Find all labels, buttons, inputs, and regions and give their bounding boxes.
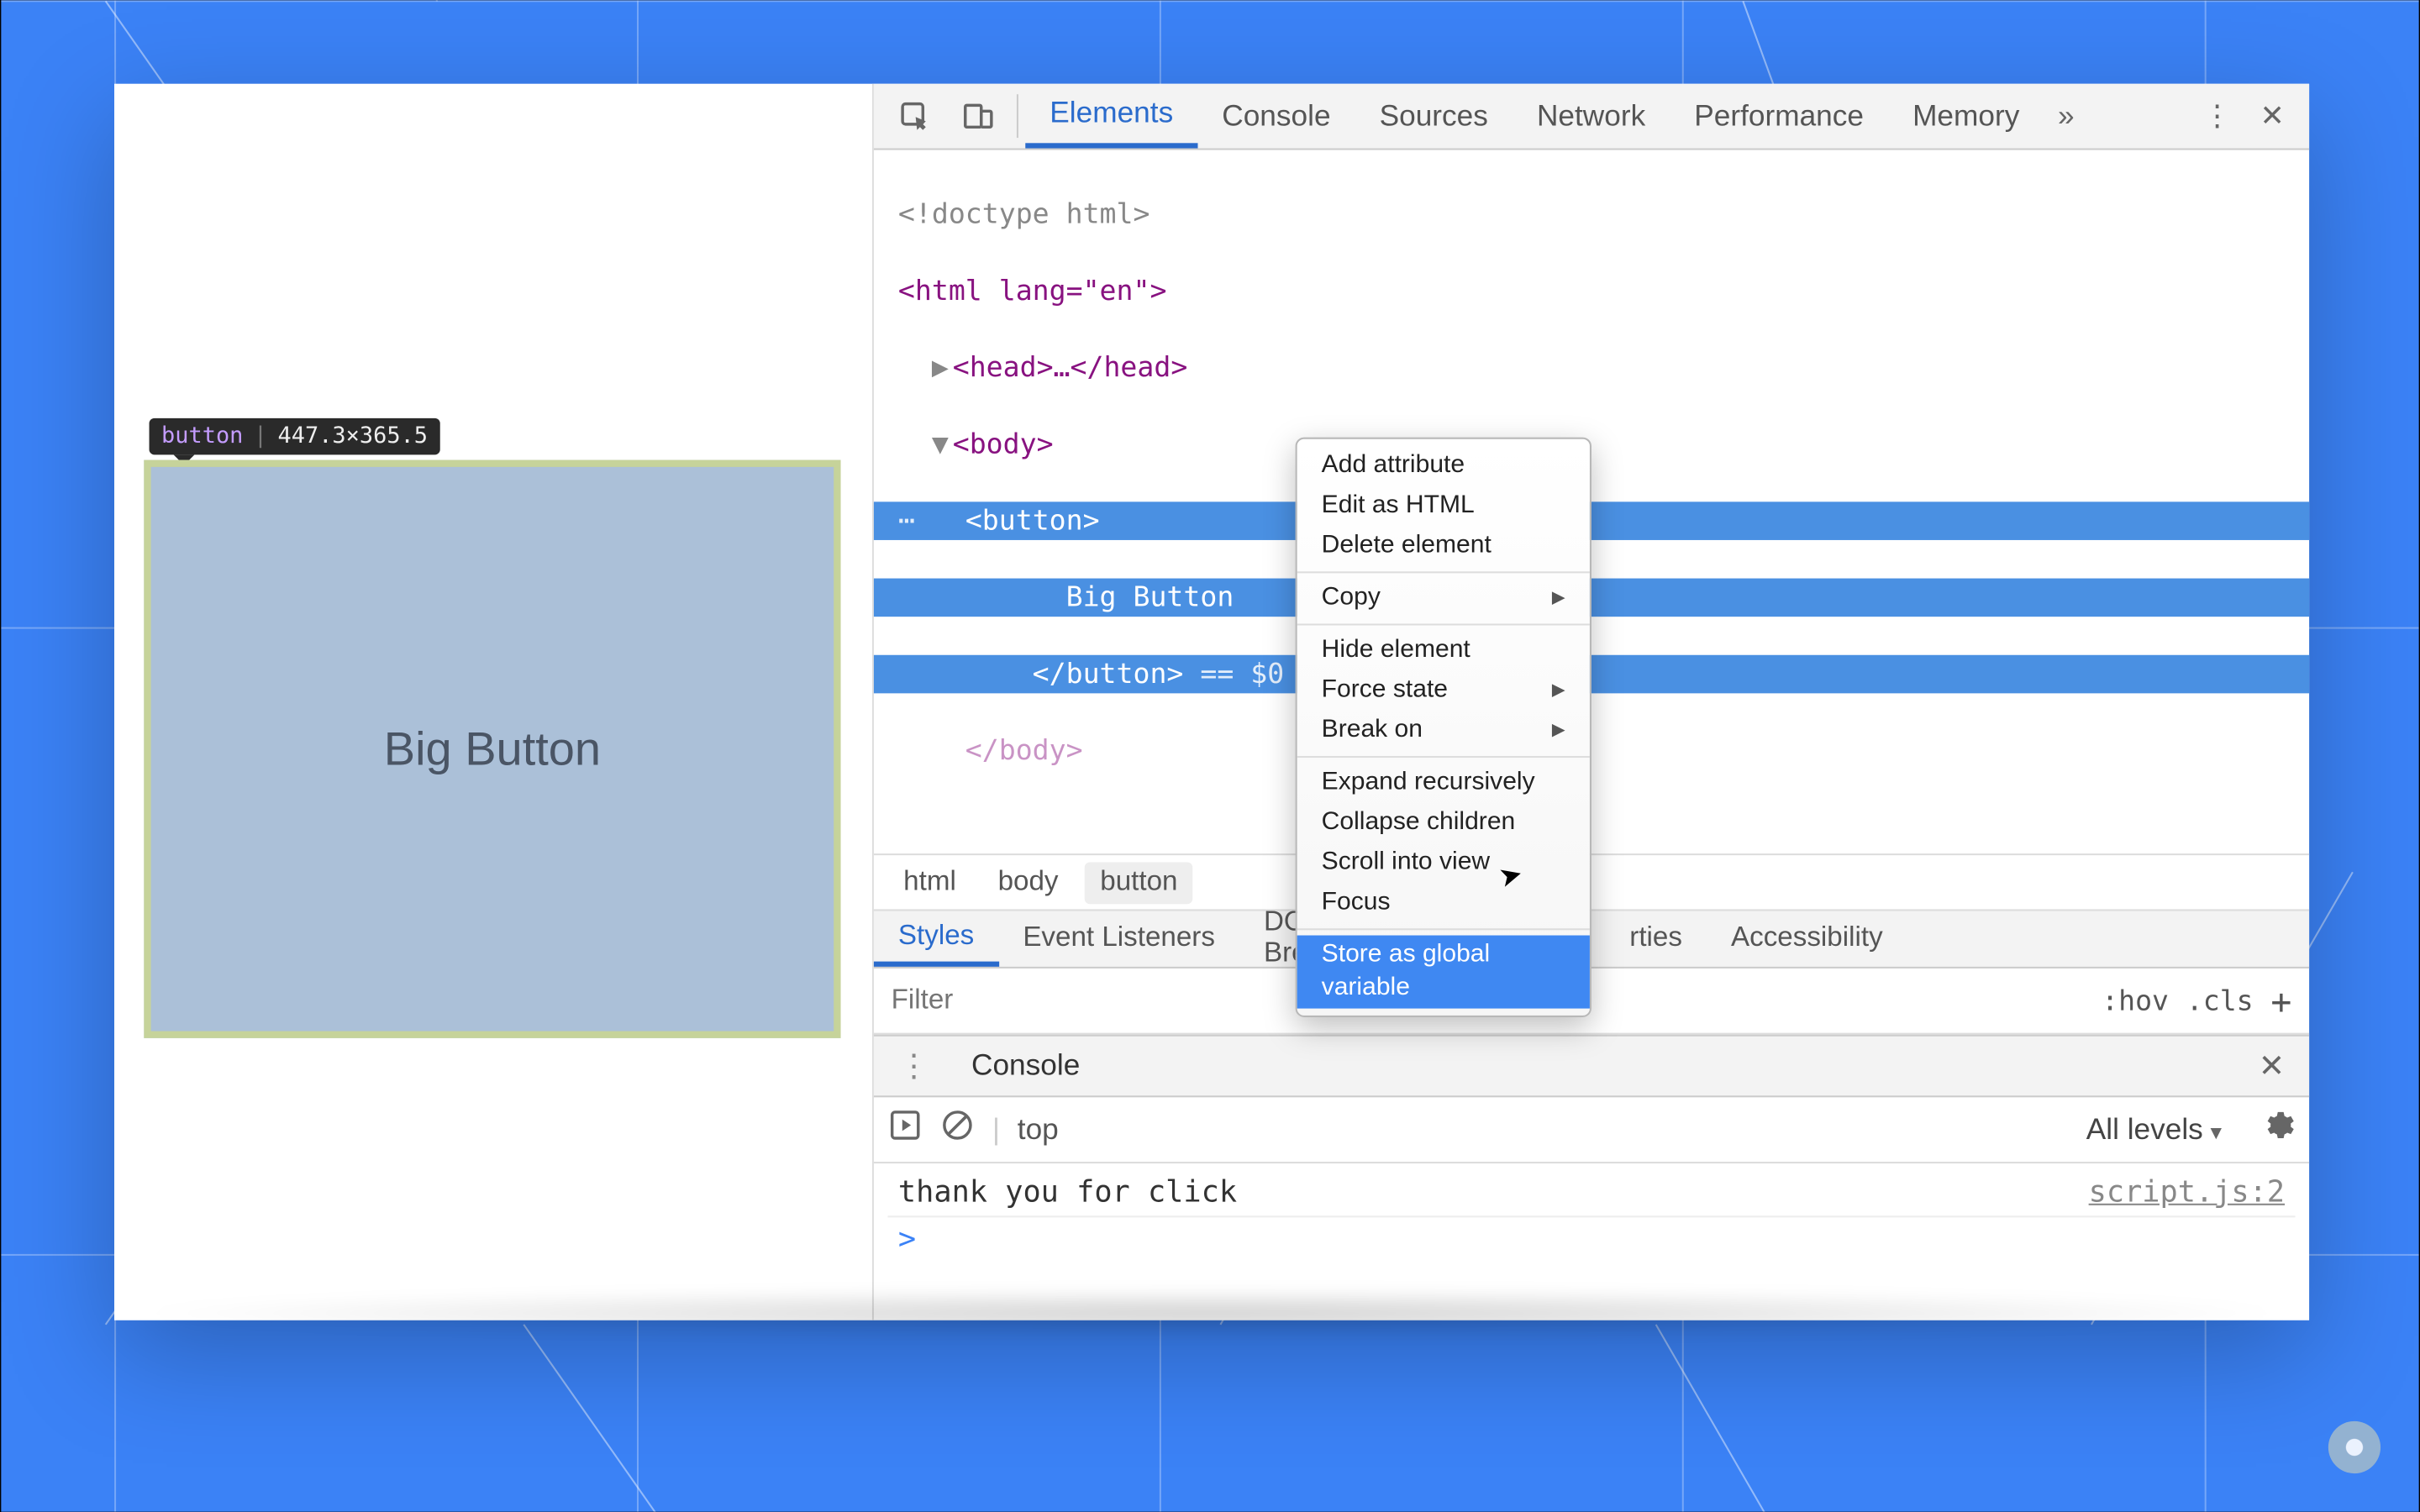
console-log-line: thank you for click script.js:2	[887, 1170, 2295, 1217]
device-mode-icon[interactable]	[947, 84, 1010, 149]
tab-memory[interactable]: Memory	[1888, 84, 2044, 149]
ctx-delete-element[interactable]: Delete element	[1297, 526, 1590, 566]
ctx-collapse-children[interactable]: Collapse children	[1297, 803, 1590, 843]
element-hover-tooltip: button | 447.3×365.5	[150, 418, 440, 455]
devtools-top-tabs: Elements Console Sources Network Perform…	[874, 84, 2309, 150]
drawer-close-icon[interactable]: ✕	[2248, 1047, 2295, 1084]
ctx-break-on[interactable]: Break on	[1297, 711, 1590, 751]
tab-properties[interactable]: rties	[1605, 911, 1707, 966]
console-drawer-header: ⋮ Console ✕	[874, 1035, 2309, 1098]
big-button[interactable]: Big Button	[144, 460, 840, 1038]
tab-styles[interactable]: Styles	[874, 911, 998, 966]
tab-console[interactable]: Console	[1197, 84, 1355, 149]
console-settings-icon[interactable]	[2260, 1108, 2295, 1152]
big-button-label: Big Button	[384, 722, 601, 776]
ctx-store-as-global-variable[interactable]: Store as global variable	[1297, 936, 1590, 1009]
ctx-focus[interactable]: Focus	[1297, 883, 1590, 923]
kebab-icon[interactable]: ⋮	[2189, 84, 2246, 149]
console-toolbar: | top All levels▼	[874, 1097, 2309, 1163]
tab-event-listeners[interactable]: Event Listeners	[998, 911, 1239, 966]
ctx-scroll-into-view[interactable]: Scroll into view	[1297, 843, 1590, 884]
close-icon[interactable]: ✕	[2246, 84, 2299, 149]
log-source-link[interactable]: script.js:2	[2089, 1176, 2285, 1210]
log-message: thank you for click	[898, 1176, 1237, 1210]
console-play-icon[interactable]	[887, 1108, 922, 1152]
ctx-hide-element[interactable]: Hide element	[1297, 631, 1590, 671]
tooltip-tag: button	[161, 423, 243, 449]
console-clear-icon[interactable]	[940, 1108, 975, 1152]
ctx-expand-recursively[interactable]: Expand recursively	[1297, 763, 1590, 803]
ctx-add-attribute[interactable]: Add attribute	[1297, 446, 1590, 486]
tab-performance[interactable]: Performance	[1670, 84, 1888, 149]
context-menu[interactable]: Add attribute Edit as HTML Delete elemen…	[1296, 438, 1591, 1017]
new-style-rule-icon[interactable]: +	[2270, 979, 2291, 1021]
browser-with-devtools: button | 447.3×365.5 Big Button	[114, 84, 2309, 1320]
ctx-force-state[interactable]: Force state	[1297, 670, 1590, 711]
cls-toggle[interactable]: .cls	[2186, 984, 2254, 1017]
styles-filter-input[interactable]	[892, 985, 1240, 1016]
crumb-html[interactable]: html	[887, 861, 971, 903]
tab-elements[interactable]: Elements	[1025, 84, 1197, 149]
console-context[interactable]: top	[1018, 1112, 1059, 1147]
inspect-icon[interactable]	[884, 84, 947, 149]
ctx-edit-as-html[interactable]: Edit as HTML	[1297, 486, 1590, 527]
tab-sources[interactable]: Sources	[1355, 84, 1512, 149]
tooltip-dimensions: 447.3×365.5	[278, 423, 428, 449]
drawer-tab-console[interactable]: Console	[957, 1048, 1093, 1083]
page-pane: button | 447.3×365.5 Big Button	[114, 84, 872, 1320]
crumb-body[interactable]: body	[982, 861, 1074, 903]
chrome-logo-icon	[2328, 1421, 2381, 1473]
drawer-kebab-icon[interactable]: ⋮	[887, 1047, 939, 1084]
ctx-copy[interactable]: Copy	[1297, 579, 1590, 619]
tabs-overflow-icon[interactable]: »	[2044, 84, 2088, 149]
console-prompt[interactable]: >	[887, 1217, 2295, 1263]
tab-accessibility[interactable]: Accessibility	[1707, 911, 1907, 966]
tab-network[interactable]: Network	[1512, 84, 1670, 149]
console-levels[interactable]: All levels▼	[2086, 1112, 2226, 1147]
crumb-button[interactable]: button	[1085, 861, 1194, 903]
hov-toggle[interactable]: :hov	[2102, 984, 2169, 1017]
